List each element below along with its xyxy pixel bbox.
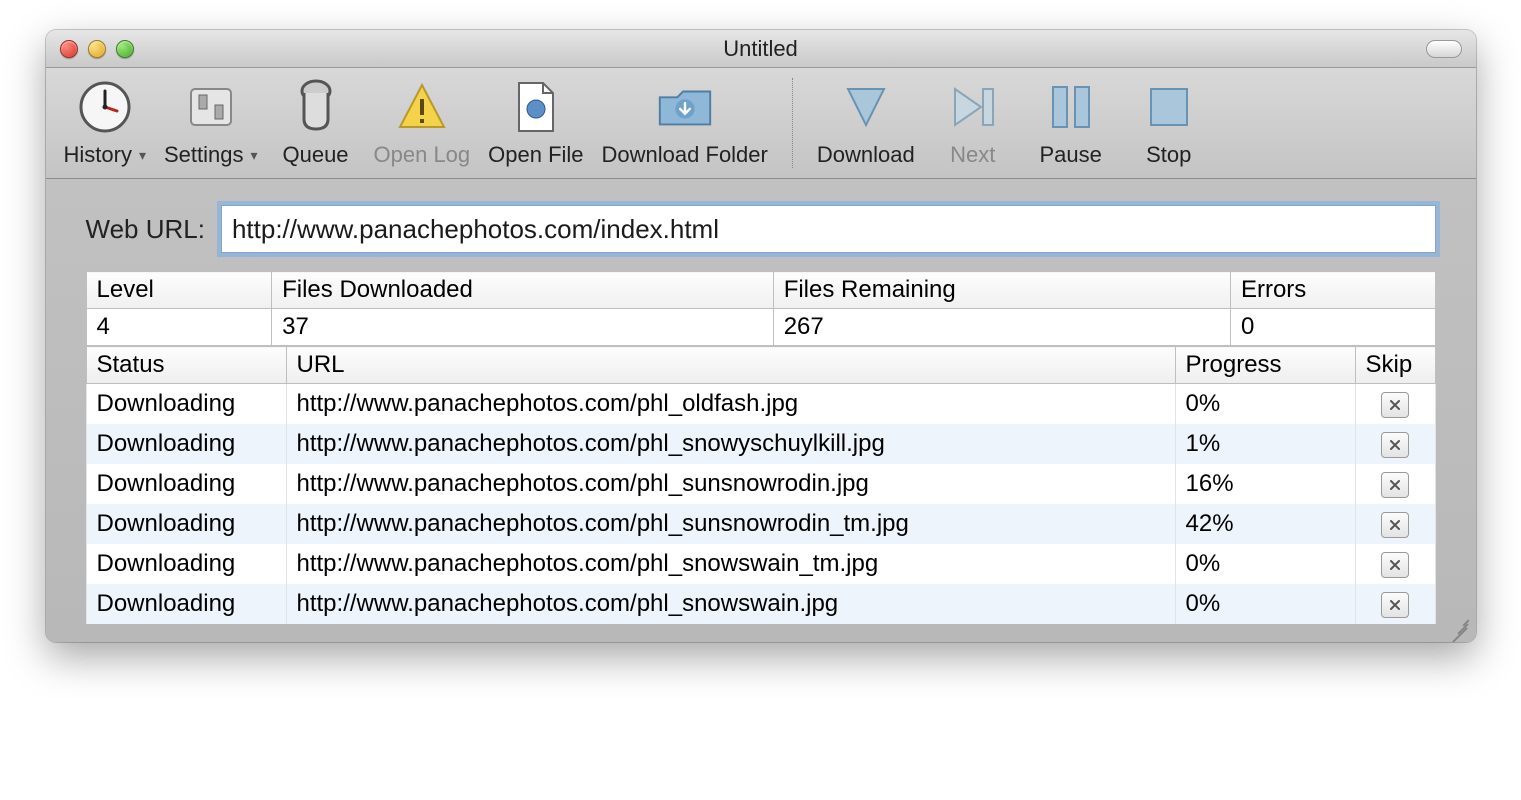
pause-icon <box>1040 76 1102 138</box>
row-url: http://www.panachephotos.com/phl_snowysc… <box>286 424 1175 464</box>
table-row[interactable]: Downloadinghttp://www.panachephotos.com/… <box>86 584 1435 624</box>
skip-button[interactable] <box>1381 552 1409 578</box>
row-status: Downloading <box>86 384 286 425</box>
history-button[interactable]: History ▾ <box>64 76 146 168</box>
open-file-button[interactable]: Open File <box>488 76 583 168</box>
row-status: Downloading <box>86 504 286 544</box>
pause-label: Pause <box>1040 142 1102 168</box>
row-url: http://www.panachephotos.com/phl_sunsnow… <box>286 504 1175 544</box>
row-status: Downloading <box>86 584 286 624</box>
warning-icon <box>391 76 453 138</box>
skip-button[interactable] <box>1381 512 1409 538</box>
url-input[interactable] <box>221 205 1436 253</box>
stop-button[interactable]: Stop <box>1129 76 1209 168</box>
download-button[interactable]: Download <box>817 76 915 168</box>
stats-table: Level Files Downloaded Files Remaining E… <box>86 271 1436 346</box>
titlebar[interactable]: Untitled <box>46 30 1476 68</box>
table-row[interactable]: Downloadinghttp://www.panachephotos.com/… <box>86 464 1435 504</box>
stats-header-errors[interactable]: Errors <box>1230 272 1435 309</box>
skip-button[interactable] <box>1381 432 1409 458</box>
next-icon <box>942 76 1004 138</box>
open-file-label: Open File <box>488 142 583 168</box>
row-url: http://www.panachephotos.com/phl_snowswa… <box>286 584 1175 624</box>
table-row[interactable]: Downloadinghttp://www.panachephotos.com/… <box>86 544 1435 584</box>
stop-icon <box>1138 76 1200 138</box>
stats-header-level[interactable]: Level <box>86 272 272 309</box>
row-status: Downloading <box>86 424 286 464</box>
table-row[interactable]: Downloadinghttp://www.panachephotos.com/… <box>86 424 1435 464</box>
settings-label: Settings <box>164 142 244 168</box>
row-status: Downloading <box>86 544 286 584</box>
queue-icon <box>285 76 347 138</box>
app-window: Untitled History ▾ <box>46 30 1476 642</box>
row-progress: 0% <box>1175 544 1355 584</box>
row-progress: 1% <box>1175 424 1355 464</box>
row-url: http://www.panachephotos.com/phl_sunsnow… <box>286 464 1175 504</box>
window-title: Untitled <box>46 36 1476 62</box>
switches-icon <box>180 76 242 138</box>
pause-button[interactable]: Pause <box>1031 76 1111 168</box>
row-url: http://www.panachephotos.com/phl_snowswa… <box>286 544 1175 584</box>
open-log-label: Open Log <box>374 142 471 168</box>
skip-button[interactable] <box>1381 392 1409 418</box>
clock-icon <box>74 76 136 138</box>
row-progress: 16% <box>1175 464 1355 504</box>
downloads-table: Status URL Progress Skip Downloadinghttp… <box>86 346 1436 624</box>
folder-download-icon <box>654 76 716 138</box>
url-label: Web URL: <box>86 214 205 245</box>
content-area: Web URL: Level Files Downloaded Files Re… <box>46 179 1476 642</box>
row-progress: 0% <box>1175 584 1355 624</box>
file-icon <box>505 76 567 138</box>
settings-button[interactable]: Settings ▾ <box>164 76 258 168</box>
next-button[interactable]: Next <box>933 76 1013 168</box>
chevron-down-icon: ▾ <box>139 147 146 164</box>
toolbar: History ▾ Settings ▾ Queue <box>46 68 1476 179</box>
table-row[interactable]: Downloadinghttp://www.panachephotos.com/… <box>86 384 1435 425</box>
downloads-header-progress[interactable]: Progress <box>1175 347 1355 384</box>
chevron-down-icon: ▾ <box>250 147 257 164</box>
row-url: http://www.panachephotos.com/phl_oldfash… <box>286 384 1175 425</box>
queue-label: Queue <box>282 142 348 168</box>
stats-value-files-downloaded: 37 <box>272 309 774 346</box>
open-log-button[interactable]: Open Log <box>374 76 471 168</box>
row-progress: 42% <box>1175 504 1355 544</box>
stats-value-errors: 0 <box>1230 309 1435 346</box>
resize-grip[interactable] <box>1448 616 1470 638</box>
download-label: Download <box>817 142 915 168</box>
stats-header-files-remaining[interactable]: Files Remaining <box>773 272 1230 309</box>
row-progress: 0% <box>1175 384 1355 425</box>
toolbar-separator <box>792 78 793 168</box>
download-folder-label: Download Folder <box>602 142 768 168</box>
stats-value-files-remaining: 267 <box>773 309 1230 346</box>
downloads-header-status[interactable]: Status <box>86 347 286 384</box>
downloads-header-skip[interactable]: Skip <box>1355 347 1435 384</box>
table-row[interactable]: Downloadinghttp://www.panachephotos.com/… <box>86 504 1435 544</box>
stats-header-files-downloaded[interactable]: Files Downloaded <box>272 272 774 309</box>
stats-value-level: 4 <box>86 309 272 346</box>
history-label: History <box>64 142 132 168</box>
skip-button[interactable] <box>1381 592 1409 618</box>
next-label: Next <box>950 142 995 168</box>
download-arrow-icon <box>835 76 897 138</box>
skip-button[interactable] <box>1381 472 1409 498</box>
downloads-header-url[interactable]: URL <box>286 347 1175 384</box>
queue-button[interactable]: Queue <box>276 76 356 168</box>
toolbar-pill-button[interactable] <box>1426 40 1462 58</box>
stop-label: Stop <box>1146 142 1191 168</box>
download-folder-button[interactable]: Download Folder <box>602 76 768 168</box>
row-status: Downloading <box>86 464 286 504</box>
